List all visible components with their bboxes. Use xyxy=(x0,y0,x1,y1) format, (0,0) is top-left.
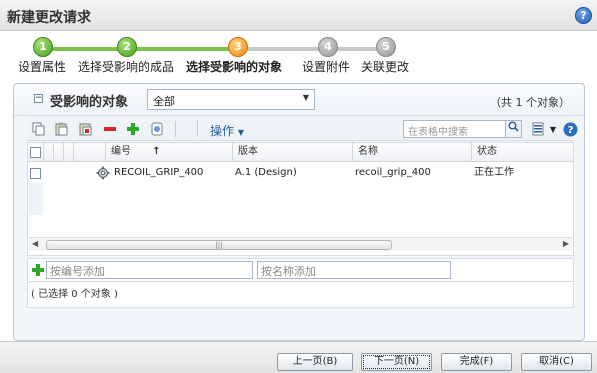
step-1-label[interactable]: 设置属性 xyxy=(18,58,66,75)
paste-icon[interactable] xyxy=(54,121,70,137)
dropdown-arrow-icon: ▼ xyxy=(302,93,309,102)
help-icon[interactable]: ? xyxy=(562,121,578,137)
table-row[interactable]: RECOIL_GRIP_400 A.1 (Design) recoil_grip… xyxy=(28,163,573,183)
next-button[interactable]: 下一页(N) xyxy=(361,353,432,371)
previous-button[interactable]: 上一页(B) xyxy=(277,353,353,371)
add-icon[interactable] xyxy=(125,121,141,137)
column-number-label: 编号 xyxy=(111,146,131,157)
step-2-label[interactable]: 选择受影响的成品 xyxy=(78,58,174,75)
remove-icon[interactable] xyxy=(102,121,118,137)
selection-status: ( 已选择 0 个对象 ) xyxy=(27,282,574,308)
empty-row-gutter xyxy=(29,183,43,215)
filter-dropdown[interactable]: 全部 ▼ xyxy=(147,89,315,110)
table-header: 编号 ↑ 版本 名称 状态 xyxy=(28,143,573,162)
cell-number[interactable]: RECOIL_GRIP_400 xyxy=(114,163,203,183)
column-header-number[interactable]: 编号 ↑ xyxy=(106,143,233,162)
add-by-name-input[interactable]: 按名称添加 xyxy=(257,261,451,279)
header-spacer xyxy=(64,143,74,162)
toolbar-separator xyxy=(197,121,198,137)
sort-ascending-icon: ↑ xyxy=(152,146,161,157)
column-header-status[interactable]: 状态 xyxy=(472,143,573,162)
toolbar-separator xyxy=(175,121,176,137)
step-3-indicator: 3 xyxy=(228,37,248,57)
cell-name: recoil_grip_400 xyxy=(355,167,431,178)
column-header-name[interactable]: 名称 xyxy=(353,143,472,162)
section-header: − 受影响的对象 全部 ▼ （共 1 个对象） xyxy=(14,84,584,116)
finish-button[interactable]: 完成(F) xyxy=(441,353,512,371)
table-toolbar: 操作 ▼ 在表格中搜索 ▼ ? xyxy=(27,117,577,141)
dialog-footer: 上一页(B) 下一页(N) 完成(F) 取消(C) xyxy=(0,341,597,373)
help-icon[interactable]: ? xyxy=(575,7,592,24)
view-icon[interactable] xyxy=(149,121,165,137)
affected-objects-panel: − 受影响的对象 全部 ▼ （共 1 个对象） 操作 ▼ 在表格中搜索 ▼ ? … xyxy=(13,83,585,341)
objects-table: 编号 ↑ 版本 名称 状态 RECOIL_GRIP_400 A.1 (Desig… xyxy=(27,142,574,256)
operations-label: 操作 xyxy=(210,124,235,138)
header-spacer xyxy=(54,143,64,162)
chevron-down-icon[interactable]: ▼ xyxy=(545,121,561,137)
dialog-titlebar: 新建更改请求 ? xyxy=(0,0,597,31)
step-4-label[interactable]: 设置附件 xyxy=(302,58,350,75)
part-gear-icon xyxy=(96,163,110,183)
collapse-icon[interactable]: − xyxy=(34,94,43,103)
step-5-indicator[interactable]: 5 xyxy=(376,37,396,57)
column-settings-icon[interactable] xyxy=(530,121,546,137)
section-title: 受影响的对象 xyxy=(50,95,129,110)
search-icon[interactable] xyxy=(506,120,522,138)
header-spacer xyxy=(74,143,106,162)
step-1-indicator[interactable]: 1 xyxy=(33,37,53,57)
scroll-thumb[interactable]: ||| xyxy=(46,240,392,250)
add-icon xyxy=(32,264,44,279)
header-spacer xyxy=(44,143,54,162)
dialog-title: 新建更改请求 xyxy=(7,10,91,26)
cancel-button[interactable]: 取消(C) xyxy=(521,353,592,371)
operations-menu[interactable]: 操作 ▼ xyxy=(210,122,244,139)
quick-add-row: 按编号添加 按名称添加 xyxy=(27,258,574,282)
chevron-down-icon: ▼ xyxy=(237,128,244,137)
svg-text:?: ? xyxy=(567,125,573,136)
header-select-cell xyxy=(28,143,44,162)
object-count: （共 1 个对象） xyxy=(490,96,570,109)
scroll-right-icon[interactable]: ▶ xyxy=(563,239,569,248)
copy-icon[interactable] xyxy=(31,121,47,137)
table-search-input[interactable]: 在表格中搜索 xyxy=(403,120,506,138)
paste-special-icon[interactable] xyxy=(78,121,94,137)
step-3-label: 选择受影响的对象 xyxy=(186,60,283,74)
horizontal-scrollbar[interactable]: ◀ ||| ▶ xyxy=(29,237,572,251)
wizard-rail-progress xyxy=(43,47,239,51)
add-by-number-input[interactable]: 按编号添加 xyxy=(46,261,253,279)
select-all-checkbox[interactable] xyxy=(30,147,41,158)
scroll-left-icon[interactable]: ◀ xyxy=(32,239,38,248)
step-2-indicator[interactable]: 2 xyxy=(117,37,137,57)
step-4-indicator[interactable]: 4 xyxy=(318,37,338,57)
step-5-label[interactable]: 关联更改 xyxy=(361,58,409,75)
cell-status: 正在工作 xyxy=(474,167,514,178)
wizard-steps: 1 设置属性 2 选择受影响的成品 3 选择受影响的对象 4 设置附件 5 关联… xyxy=(0,31,597,76)
row-checkbox[interactable] xyxy=(30,168,41,179)
filter-value: 全部 xyxy=(153,95,175,108)
cell-version: A.1 (Design) xyxy=(235,167,297,178)
column-header-version[interactable]: 版本 xyxy=(233,143,353,162)
